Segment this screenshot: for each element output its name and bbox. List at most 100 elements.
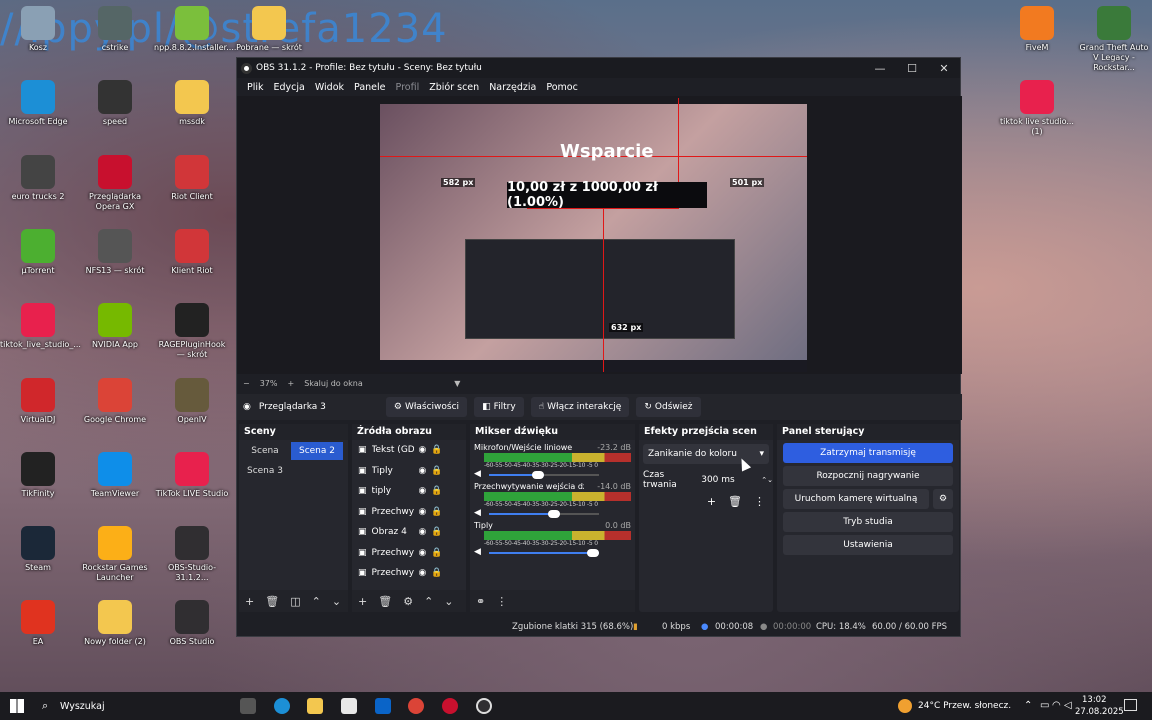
desktop-icon[interactable]: Grand Theft Auto V Legacy - Rockstar... (1076, 6, 1152, 73)
gear-icon[interactable]: ⚙ (403, 595, 413, 608)
lock-icon[interactable]: 🔒 (431, 445, 442, 455)
desktop-icon[interactable]: TikTok LIVE Studio (154, 452, 230, 499)
zoom-out-button[interactable]: − (243, 379, 250, 388)
minimize-icon[interactable]: — (864, 62, 896, 75)
wifi-icon[interactable]: ◠ (1052, 700, 1061, 711)
link-icon[interactable]: ⚭ (476, 595, 485, 608)
add-icon[interactable]: + (707, 495, 716, 508)
network-icon[interactable]: ▭ (1040, 700, 1049, 711)
desktop-icon[interactable]: tiktok_live_studio_... (0, 303, 81, 350)
studio-mode-button[interactable]: Tryb studia (783, 512, 953, 532)
source-item[interactable]: ▣ Przechwyt ◉ 🔒 (352, 543, 466, 564)
eye-icon[interactable]: ◉ (419, 486, 427, 496)
desktop-icon[interactable]: mssdk (154, 80, 230, 127)
maximize-icon[interactable]: ☐ (896, 62, 928, 75)
desktop-icon[interactable]: µTorrent (0, 229, 76, 276)
desktop-icon[interactable]: Kosz (0, 6, 76, 53)
refresh-button[interactable]: ↻ Odśwież (636, 397, 701, 417)
transition-select[interactable]: Zanikanie do koloru ▾ (643, 444, 769, 464)
desktop-icon[interactable]: TikFinity (0, 452, 76, 499)
taskbar-search[interactable]: Wyszukaj (60, 701, 220, 712)
scene-item-selected[interactable]: Scena 2 (291, 442, 343, 460)
desktop-icon[interactable]: FiveM (999, 6, 1075, 53)
add-icon[interactable]: + (245, 595, 254, 608)
desktop-icon[interactable]: tiktok live studio... (1) (999, 80, 1075, 137)
source-item[interactable]: ▣ tiply ◉ 🔒 (352, 481, 466, 502)
lock-icon[interactable]: 🔒 (431, 507, 442, 517)
lock-icon[interactable]: 🔒 (431, 486, 442, 496)
desktop-icon[interactable]: Riot Client (154, 155, 230, 202)
outlook-icon[interactable] (375, 698, 391, 714)
source-item[interactable]: ▣ Obraz 4 ◉ 🔒 (352, 522, 466, 543)
menu-widok[interactable]: Widok (310, 82, 349, 93)
scene-item[interactable]: Scena (239, 442, 291, 460)
desktop-icon[interactable]: EA (0, 600, 76, 647)
chevron-down-icon[interactable]: ▼ (454, 379, 460, 388)
eye-icon[interactable]: ◉ (419, 507, 427, 517)
eye-icon[interactable]: ◉ (419, 527, 427, 537)
menu-edycja[interactable]: Edycja (269, 82, 310, 93)
menu-zbior-scen[interactable]: Zbiór scen (424, 82, 484, 93)
menu-narzedzia[interactable]: Narzędzia (484, 82, 541, 93)
properties-button[interactable]: ⚙ Właściwości (385, 397, 468, 417)
clock-time[interactable]: 13:02 (1082, 695, 1107, 705)
desktop-icon[interactable]: OBS Studio (154, 600, 230, 647)
store-icon[interactable] (341, 698, 357, 714)
clock-date[interactable]: 27.08.2025 (1075, 707, 1124, 717)
eye-icon[interactable]: ◉ (419, 466, 427, 476)
start-virtual-camera-button[interactable]: Uruchom kamerę wirtualną (783, 489, 929, 509)
trash-icon[interactable]: 🗑 (265, 595, 279, 608)
trash-icon[interactable]: 🗑 (728, 495, 742, 508)
opera-icon[interactable] (442, 698, 458, 714)
desktop-icon[interactable]: RAGEPluginHook — skrót (154, 303, 230, 360)
desktop-icon[interactable]: Microsoft Edge (0, 80, 76, 127)
volume-slider[interactable] (488, 510, 599, 518)
desktop-icon[interactable]: Steam (0, 526, 76, 573)
desktop-icon[interactable]: OpenIV (154, 378, 230, 425)
trash-icon[interactable]: 🗑 (378, 595, 392, 608)
obs-window[interactable]: OBS 31.1.2 - Profile: Bez tytułu - Sceny… (236, 57, 962, 637)
source-item[interactable]: ▣ Przechwyt ◉ 🔒 (352, 563, 466, 584)
menu-pomoc[interactable]: Pomoc (541, 82, 583, 93)
volume-icon[interactable]: ◁ (1064, 700, 1072, 711)
speaker-icon[interactable]: ◀ (474, 547, 481, 557)
donation-goal-bar[interactable]: 10,00 zł z 1000,00 zł (1.00%) (507, 180, 707, 210)
volume-slider[interactable] (488, 471, 599, 479)
lock-icon[interactable]: 🔒 (431, 527, 442, 537)
desktop-icon[interactable]: TeamViewer (77, 452, 153, 499)
duration-input[interactable]: 300 ms (701, 471, 753, 489)
menu-panele[interactable]: Panele (349, 82, 390, 93)
notification-icon[interactable] (1124, 699, 1137, 711)
desktop-icon[interactable]: Pobrane — skrót (231, 6, 307, 53)
obs-icon[interactable] (476, 698, 492, 714)
speaker-icon[interactable]: ◀ (474, 508, 481, 518)
lock-icon[interactable]: 🔒 (431, 548, 442, 558)
desktop-icon[interactable]: Przeglądarka Opera GX (77, 155, 153, 212)
lock-icon[interactable]: 🔒 (431, 466, 442, 476)
source-item[interactable]: ▣ Tiply ◉ 🔒 (352, 461, 466, 482)
desktop-icon[interactable]: speed (77, 80, 153, 127)
preview-canvas[interactable]: Wsparcie 10,00 zł z 1000,00 zł (1.00%) 5… (237, 96, 962, 374)
interact-button[interactable]: ☝ Włącz interakcję (530, 397, 630, 417)
stop-streaming-button[interactable]: Zatrzymaj transmisję (783, 443, 953, 463)
edge-icon[interactable] (274, 698, 290, 714)
desktop-icon[interactable]: Rockstar Games Launcher (77, 526, 153, 583)
zoom-mode[interactable]: Skaluj do okna (304, 379, 444, 388)
task-view-icon[interactable] (240, 698, 256, 714)
eye-icon[interactable]: ◉ (419, 568, 427, 578)
chevron-down-icon[interactable]: ⌄ (444, 595, 453, 608)
eye-icon[interactable]: ◉ (419, 445, 427, 455)
chevron-up-icon[interactable]: ⌃ (424, 595, 433, 608)
volume-slider[interactable] (488, 549, 599, 557)
desktop-icon[interactable]: euro trucks 2 (0, 155, 76, 202)
eye-icon[interactable]: ◉ (419, 548, 427, 558)
obs-titlebar[interactable]: OBS 31.1.2 - Profile: Bez tytułu - Sceny… (237, 58, 960, 78)
zoom-in-button[interactable]: + (287, 379, 294, 388)
desktop-icon[interactable]: NVIDIA App (77, 303, 153, 350)
lock-icon[interactable]: 🔒 (431, 568, 442, 578)
chrome-icon[interactable] (408, 698, 424, 714)
source-item[interactable]: ▣ Tekst (GDI ◉ 🔒 (352, 440, 466, 461)
desktop-icon[interactable]: NFS13 — skrót (77, 229, 153, 276)
desktop-icon[interactable]: Google Chrome (77, 378, 153, 425)
source-item[interactable]: ▣ Przechwyt ◉ 🔒 (352, 502, 466, 523)
